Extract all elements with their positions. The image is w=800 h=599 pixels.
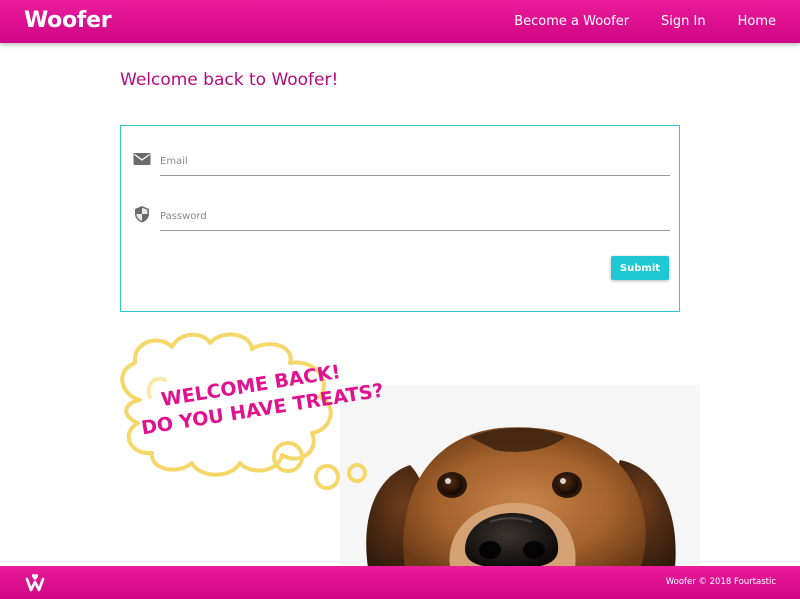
- submit-button[interactable]: Submit: [611, 256, 669, 280]
- mail-icon: [133, 153, 151, 165]
- nav-link-home[interactable]: Home: [738, 14, 776, 29]
- brand-name: Woofer: [24, 8, 112, 33]
- brand-logo[interactable]: Woofer: [24, 6, 112, 36]
- page-title: Welcome back to Woofer!: [120, 70, 339, 90]
- top-navbar: Woofer Become a Woofer Sign In Home: [0, 0, 800, 43]
- email-field[interactable]: [160, 148, 670, 176]
- footer-copyright: Woofer © 2018 Fourtastic: [665, 577, 776, 587]
- email-row: [133, 140, 670, 180]
- nav-links: Become a Woofer Sign In Home: [482, 0, 776, 43]
- nav-link-become-woofer[interactable]: Become a Woofer: [514, 14, 629, 29]
- footer: Woofer © 2018 Fourtastic: [0, 566, 800, 599]
- dog-thought-illustration: WELCOME BACK! DO YOU HAVE TREATS?: [120, 332, 700, 568]
- password-field[interactable]: [160, 203, 670, 231]
- password-row: [133, 195, 670, 235]
- nav-link-sign-in[interactable]: Sign In: [661, 14, 706, 29]
- hero-image: WELCOME BACK! DO YOU HAVE TREATS?: [110, 325, 700, 568]
- login-form: Submit: [120, 125, 680, 312]
- shield-icon: [135, 206, 149, 223]
- woofer-logo-icon[interactable]: [24, 573, 46, 593]
